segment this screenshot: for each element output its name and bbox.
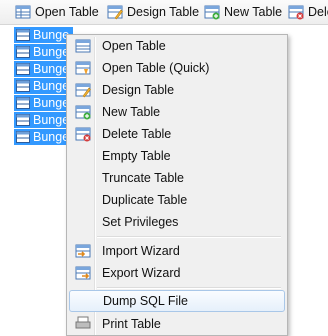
table-name: Bunge: [33, 28, 70, 42]
table-row[interactable]: Bunge: [14, 78, 74, 94]
export-icon: [75, 266, 91, 280]
table-icon: [75, 39, 91, 53]
design-table-icon: [107, 5, 123, 20]
menu-item-open-table-quick[interactable]: Open Table (Quick): [69, 57, 283, 79]
delete-table-icon: [288, 5, 304, 20]
table-name: Bunge: [33, 62, 70, 76]
menu-item-label: Import Wizard: [102, 244, 180, 258]
menu-item-print-table[interactable]: Print Table: [69, 313, 283, 335]
open-table-label: Open Table: [35, 5, 99, 19]
menu-item-label: Dump SQL File: [103, 294, 188, 308]
menu-item-label: Open Table: [102, 39, 166, 53]
menu-item-export-wizard[interactable]: Export Wizard: [69, 262, 283, 284]
menu-item-label: Empty Table: [102, 149, 171, 163]
table-name: Bunge: [33, 113, 70, 127]
design-table-label: Design Table: [127, 5, 200, 19]
table-quick-icon: [75, 61, 91, 75]
table-icon: [16, 80, 30, 92]
open-table-button[interactable]: Open Table: [15, 3, 99, 21]
design-table-button[interactable]: Design Table: [107, 3, 199, 21]
new-table-button[interactable]: New Table: [204, 3, 282, 21]
table-icon: [16, 114, 30, 126]
delete-table-label: Dele: [308, 5, 328, 19]
table-row[interactable]: Bunge: [14, 44, 74, 60]
menu-item-label: Duplicate Table: [102, 193, 188, 207]
menu-item-label: Truncate Table: [102, 171, 184, 185]
menu-item-label: Design Table: [102, 83, 175, 97]
table-icon: [15, 5, 31, 19]
menu-item-truncate-table[interactable]: Truncate Table: [69, 167, 283, 189]
menu-item-label: Set Privileges: [102, 215, 179, 229]
menu-item-empty-table[interactable]: Empty Table: [69, 145, 283, 167]
table-row[interactable]: Bunge: [14, 95, 74, 111]
table-name: Bunge: [33, 45, 70, 59]
table-icon: [16, 63, 30, 75]
menu-item-open-table[interactable]: Open Table: [69, 35, 283, 57]
menu-item-new-table[interactable]: New Table: [69, 101, 283, 123]
new-table-icon: [204, 5, 220, 20]
design-table-icon: [75, 83, 91, 98]
menu-separator: [97, 236, 281, 238]
table-row[interactable]: Bunge: [14, 27, 74, 43]
menu-item-label: Open Table (Quick): [102, 61, 210, 75]
menu-item-duplicate-table[interactable]: Duplicate Table: [69, 189, 283, 211]
toolbar: Open Table Design Table New Table Dele: [0, 0, 328, 25]
menu-item-dump-sql-file[interactable]: Dump SQL File: [69, 290, 285, 312]
context-menu: Open Table Open Table (Quick) Design Tab…: [66, 34, 288, 336]
import-icon: [75, 244, 91, 258]
table-name: Bunge: [33, 130, 70, 144]
menu-item-label: Delete Table: [102, 127, 172, 141]
table-icon: [16, 29, 30, 41]
delete-table-button[interactable]: Dele: [288, 3, 328, 21]
table-icon: [16, 97, 30, 109]
menu-item-label: New Table: [102, 105, 161, 119]
table-name: Bunge: [33, 96, 70, 110]
print-icon: [75, 316, 91, 329]
menu-separator: [97, 287, 281, 289]
menu-item-design-table[interactable]: Design Table: [69, 79, 283, 101]
menu-item-delete-table[interactable]: Delete Table: [69, 123, 283, 145]
delete-table-icon: [75, 127, 91, 142]
menu-item-label: Print Table: [102, 317, 161, 331]
table-icon: [16, 131, 30, 143]
new-table-icon: [75, 105, 91, 120]
menu-item-set-privileges[interactable]: Set Privileges: [69, 211, 283, 233]
table-row[interactable]: Bunge: [14, 112, 74, 128]
table-name: Bunge: [33, 79, 70, 93]
table-row[interactable]: Bunge: [14, 61, 74, 77]
table-icon: [16, 46, 30, 58]
menu-item-import-wizard[interactable]: Import Wizard: [69, 240, 283, 262]
menu-item-label: Export Wizard: [102, 266, 181, 280]
table-row[interactable]: Bunge: [14, 129, 74, 145]
new-table-label: New Table: [224, 5, 283, 19]
